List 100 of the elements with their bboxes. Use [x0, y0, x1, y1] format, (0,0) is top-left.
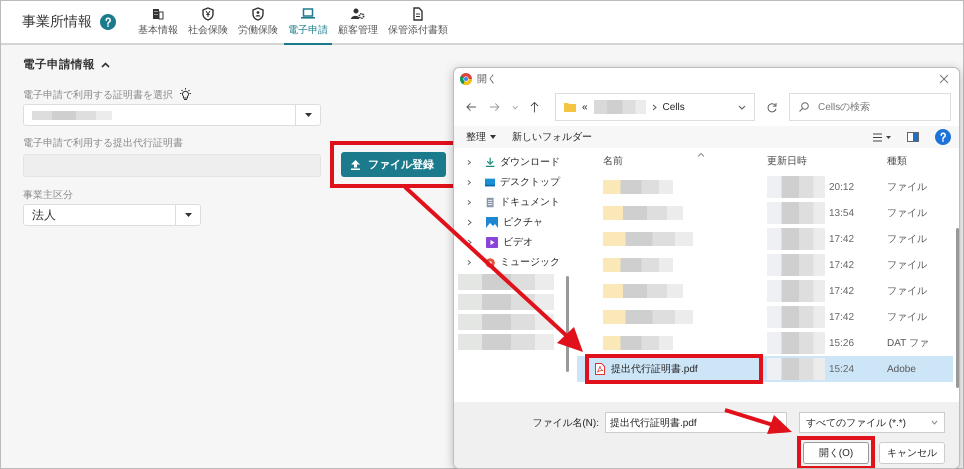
- caret-down-icon: [490, 135, 496, 139]
- dropdown-caret-icon: [304, 112, 312, 118]
- scrollbar[interactable]: [956, 228, 959, 388]
- open-button[interactable]: 開く(O): [803, 442, 869, 464]
- redacted-text: [767, 306, 825, 328]
- modified-time: 13:54: [829, 208, 854, 218]
- picture-icon: [486, 216, 498, 228]
- nav-tab[interactable]: 顧客管理: [334, 1, 382, 45]
- dropdown-value: すべてのファイル (*.*): [806, 416, 907, 430]
- filename-label: ファイル名(N):: [532, 416, 599, 430]
- nav-pane-item[interactable]: ミュージック: [454, 252, 566, 272]
- preview-pane-icon[interactable]: [907, 132, 919, 142]
- file-row[interactable]: 13:54 ファイル: [577, 200, 953, 226]
- help-icon[interactable]: [100, 14, 116, 30]
- file-type: ファイル: [887, 234, 927, 245]
- chevron-right-icon: [652, 104, 657, 110]
- modified-time: 15:24: [829, 364, 854, 374]
- section-title: 電子申請情報: [23, 57, 95, 72]
- nav-pane-item[interactable]: ドキュメント: [454, 192, 566, 212]
- nav-pane-item[interactable]: ダウンロード: [454, 152, 566, 172]
- redacted-text: [603, 336, 673, 350]
- redacted-text: [767, 280, 825, 302]
- file-type: DAT ファ: [887, 338, 929, 349]
- chevron-right-icon: [467, 198, 472, 206]
- close-icon[interactable]: [939, 74, 949, 84]
- file-name[interactable]: 提出代行証明書.pdf: [611, 362, 698, 376]
- tab-icon: [351, 7, 365, 21]
- modified-time: 17:42: [829, 234, 854, 244]
- tab-icon: [201, 7, 215, 21]
- file-row[interactable]: 20:12 ファイル: [577, 174, 953, 200]
- modified-time: 17:42: [829, 260, 854, 270]
- redacted-text: [767, 358, 825, 380]
- upload-icon: [351, 160, 360, 170]
- redacted-text: [603, 258, 673, 272]
- modified-time: 17:42: [829, 312, 854, 322]
- field-label: 電子申請で利用する提出代行証明書: [23, 136, 183, 150]
- help-icon[interactable]: [935, 129, 951, 145]
- desktop-icon: [484, 176, 495, 188]
- chevron-right-icon: [467, 158, 472, 166]
- nav-tab[interactable]: 社会保険: [184, 1, 232, 45]
- column-header[interactable]: 更新日時: [767, 154, 887, 168]
- redacted-text: [767, 254, 825, 276]
- file-type-dropdown[interactable]: すべてのファイル (*.*): [799, 412, 945, 433]
- path-folder: Cells: [662, 102, 686, 112]
- file-row[interactable]: 17:42 ファイル: [577, 252, 953, 278]
- tab-icon: [251, 7, 265, 21]
- redacted-text: [767, 176, 825, 198]
- file-type: ファイル: [887, 286, 927, 297]
- nav-pane-item[interactable]: デスクトップ: [454, 172, 566, 192]
- nav-tab[interactable]: 基本情報: [134, 1, 182, 45]
- toolbar-button[interactable]: 整理: [466, 130, 496, 144]
- dialog-title: 開く: [477, 73, 498, 86]
- nav-pane-item[interactable]: ピクチャ: [454, 212, 566, 232]
- modified-time: 20:12: [829, 182, 854, 192]
- file-row[interactable]: 提出代行証明書.pdf 15:24 Adobe: [577, 356, 953, 382]
- redacted-text: [767, 332, 825, 354]
- redacted-text: [603, 180, 673, 194]
- cancel-button[interactable]: キャンセル: [879, 442, 945, 464]
- chevron-down-icon[interactable]: [738, 104, 746, 110]
- modified-time: 15:26: [829, 338, 854, 348]
- annotation-arrow: [724, 408, 792, 434]
- nav-tab[interactable]: 保管添付書類: [384, 1, 452, 45]
- file-type: ファイル: [887, 260, 927, 271]
- refresh-icon[interactable]: [767, 102, 777, 112]
- chevron-right-icon: [467, 178, 472, 186]
- download-icon: [484, 156, 495, 168]
- pdf-file-icon: [595, 363, 605, 375]
- select-field[interactable]: 法人: [23, 204, 201, 226]
- dropdown-caret-icon: [184, 212, 192, 218]
- nav-tab[interactable]: 電子申請: [284, 1, 332, 45]
- forward-arrow-icon[interactable]: [488, 102, 500, 112]
- tab-icon: [151, 7, 165, 21]
- file-row[interactable]: 17:42 ファイル: [577, 304, 953, 330]
- file-row[interactable]: 15:26 DAT ファ: [577, 330, 953, 356]
- address-bar[interactable]: « Cells: [554, 93, 756, 121]
- document-icon: [484, 196, 495, 208]
- file-row[interactable]: 17:42 ファイル: [577, 278, 953, 304]
- lightbulb-icon: [179, 88, 192, 101]
- select-field[interactable]: [23, 104, 321, 126]
- chevron-right-icon: [467, 258, 472, 266]
- browser-logo-icon: [460, 73, 472, 85]
- file-type: Adobe: [887, 364, 916, 374]
- modified-time: 17:42: [829, 286, 854, 296]
- chevron-right-icon: [467, 238, 472, 246]
- column-header[interactable]: 名前: [577, 154, 767, 168]
- nav-pane-item[interactable]: ビデオ: [454, 232, 566, 252]
- file-type: ファイル: [887, 208, 927, 219]
- file-row[interactable]: 17:42 ファイル: [577, 226, 953, 252]
- search-field[interactable]: Cellsの検索: [789, 93, 951, 121]
- view-menu-icon[interactable]: [873, 132, 891, 142]
- column-header[interactable]: 種類: [887, 154, 953, 168]
- nav-tab[interactable]: 労働保険: [234, 1, 282, 45]
- up-arrow-icon[interactable]: [530, 101, 539, 113]
- caret-up-icon[interactable]: [101, 62, 110, 68]
- back-arrow-icon[interactable]: [466, 102, 477, 112]
- filename-field[interactable]: 提出代行証明書.pdf: [605, 412, 787, 433]
- redacted-text: [767, 202, 825, 224]
- toolbar-button[interactable]: 新しいフォルダー: [512, 130, 592, 144]
- tab-icon: [301, 7, 315, 21]
- field-label: 事業主区分: [23, 188, 73, 202]
